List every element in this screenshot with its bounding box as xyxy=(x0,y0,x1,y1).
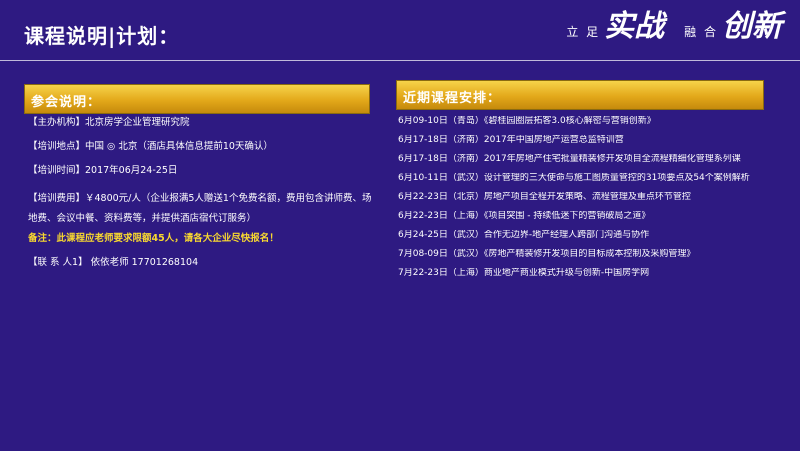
info-row-contact: 【联 系 人1】 依依老师 17701268104 xyxy=(28,257,199,268)
info-row-location: 【培训地点】中国 ◎ 北京（酒店具体信息提前10天确认） xyxy=(28,141,273,152)
info-row-time: 【培训时间】2017年06月24-25日 xyxy=(28,165,178,176)
schedule-item: 6月22-23日（北京）房地产项目全程开发策略、流程管理及重点环节管控 xyxy=(398,192,691,202)
schedule-item: 6月09-10日（青岛）《碧桂园圈层拓客3.0核心解密与营销创新》 xyxy=(398,116,656,126)
info-row-fee: 【培训费用】￥4800元/人（企业报满5人赠送1个免费名额，费用包含讲师费、场地… xyxy=(28,193,372,224)
schedule-item: 7月22-23日（上海）商业地产商业模式升级与创新-中国房学网 xyxy=(398,268,650,278)
slogan-part2-big: 创新 xyxy=(722,9,782,44)
schedule-item: 6月17-18日（济南）2017年中国房地产运营总监特训营 xyxy=(398,135,624,145)
info-row-note: 备注：此课程应老师要求限额45人，请各大企业尽快报名！ xyxy=(28,233,279,244)
page-title: 课程说明|计划： xyxy=(24,24,180,48)
slogan-part1-big: 实战 xyxy=(604,9,665,44)
slogan-part2-small: 融 合 xyxy=(684,24,718,39)
schedule-item: 7月08-09日（武汉）《房地产精装修开发项目的目标成本控制及采购管理》 xyxy=(398,249,696,259)
info-row-organizer: 【主办机构】北京房学企业管理研究院 xyxy=(28,117,190,128)
right-panel-heading-bar: 近期课程安排： xyxy=(396,80,764,110)
left-panel-heading: 参会说明： xyxy=(31,95,102,110)
schedule-item: 6月10-11日（武汉）设计管理的三大使命与施工图质量管控的31项要点及54个案… xyxy=(398,173,750,183)
left-panel-list: 【主办机构】北京房学企业管理研究院 【培训地点】中国 ◎ 北京（酒店具体信息提前… xyxy=(28,117,378,281)
slogan-part1-small: 立 足 xyxy=(566,24,601,39)
schedule-list: 6月09-10日（青岛）《碧桂园圈层拓客3.0核心解密与营销创新》 6月17-1… xyxy=(398,116,794,287)
left-panel-heading-bar: 参会说明： xyxy=(24,84,370,114)
slogan: 立 足 实战 融 合 创新 xyxy=(566,12,782,42)
schedule-item: 6月24-25日（武汉）合作无边界-地产经理人跨部门沟通与协作 xyxy=(398,230,650,240)
header-divider xyxy=(0,60,800,61)
schedule-item: 6月22-23日（上海）《项目突围 - 持续低迷下的营销破局之道》 xyxy=(398,211,651,221)
schedule-item: 6月17-18日（济南）2017年房地产住宅批量精装修开发项目全流程精细化管理系… xyxy=(398,154,741,164)
right-panel-heading: 近期课程安排： xyxy=(403,91,502,106)
